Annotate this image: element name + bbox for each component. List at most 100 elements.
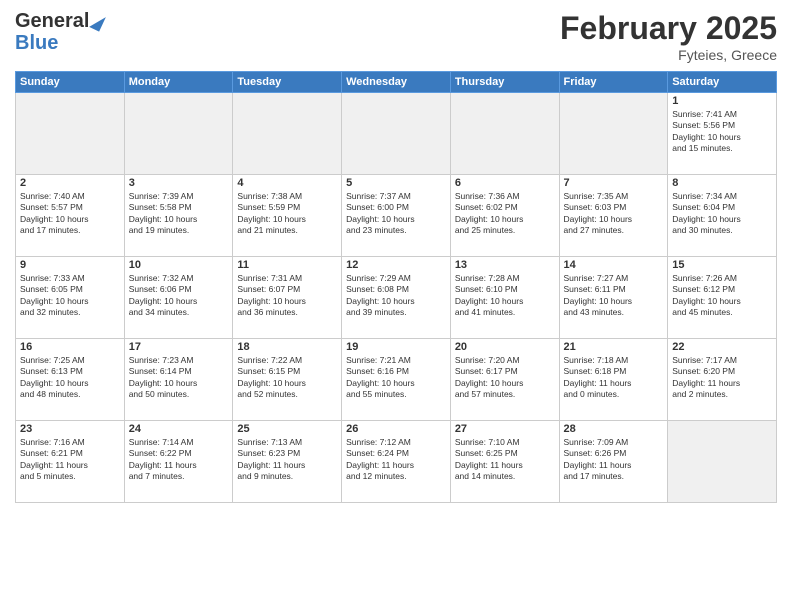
day-number: 28	[564, 423, 664, 435]
logo-text: General Blue	[15, 10, 103, 54]
day-number: 22	[672, 341, 772, 353]
day-number: 23	[20, 423, 120, 435]
day-number: 17	[129, 341, 229, 353]
col-sunday: Sunday	[16, 72, 125, 93]
day-number: 21	[564, 341, 664, 353]
page: General Blue February 2025 Fyteies, Gree…	[0, 0, 792, 612]
day-info: Sunrise: 7:29 AM Sunset: 6:08 PM Dayligh…	[346, 273, 446, 319]
table-row: 22 Sunrise: 7:17 AM Sunset: 6:20 PM Dayli…	[668, 339, 777, 421]
day-number: 25	[237, 423, 337, 435]
table-row	[124, 93, 233, 175]
table-row	[559, 93, 668, 175]
day-number: 14	[564, 259, 664, 271]
day-info: Sunrise: 7:36 AM Sunset: 6:02 PM Dayligh…	[455, 191, 555, 237]
day-info: Sunrise: 7:35 AM Sunset: 6:03 PM Dayligh…	[564, 191, 664, 237]
table-row: 26 Sunrise: 7:12 AM Sunset: 6:24 PM Dayli…	[342, 421, 451, 503]
day-number: 1	[672, 95, 772, 107]
table-row: 27 Sunrise: 7:10 AM Sunset: 6:25 PM Dayli…	[450, 421, 559, 503]
col-tuesday: Tuesday	[233, 72, 342, 93]
day-info: Sunrise: 7:34 AM Sunset: 6:04 PM Dayligh…	[672, 191, 772, 237]
table-row: 12 Sunrise: 7:29 AM Sunset: 6:08 PM Dayli…	[342, 257, 451, 339]
day-number: 12	[346, 259, 446, 271]
table-row: 23 Sunrise: 7:16 AM Sunset: 6:21 PM Dayli…	[16, 421, 125, 503]
table-row: 3Sunrise: 7:39 AM Sunset: 5:58 PM Daylig…	[124, 175, 233, 257]
day-number: 8	[672, 177, 772, 189]
day-info: Sunrise: 7:37 AM Sunset: 6:00 PM Dayligh…	[346, 191, 446, 237]
table-row: 8 Sunrise: 7:34 AM Sunset: 6:04 PM Daylig…	[668, 175, 777, 257]
table-row	[668, 421, 777, 503]
table-row: 18Sunrise: 7:22 AM Sunset: 6:15 PM Dayli…	[233, 339, 342, 421]
table-row: 1 Sunrise: 7:41 AM Sunset: 5:56 PM Daylig…	[668, 93, 777, 175]
table-row: 4 Sunrise: 7:38 AM Sunset: 5:59 PM Daylig…	[233, 175, 342, 257]
table-row: 5 Sunrise: 7:37 AM Sunset: 6:00 PM Daylig…	[342, 175, 451, 257]
day-info: Sunrise: 7:28 AM Sunset: 6:10 PM Dayligh…	[455, 273, 555, 319]
day-number: 6	[455, 177, 555, 189]
day-info: Sunrise: 7:21 AM Sunset: 6:16 PM Dayligh…	[346, 355, 446, 401]
calendar-header-row: Sunday Monday Tuesday Wednesday Thursday…	[16, 72, 777, 93]
day-info: Sunrise: 7:33 AM Sunset: 6:05 PM Dayligh…	[20, 273, 120, 319]
day-number: 26	[346, 423, 446, 435]
day-number: 10	[129, 259, 229, 271]
day-info: Sunrise: 7:10 AM Sunset: 6:25 PM Dayligh…	[455, 437, 555, 483]
day-info: Sunrise: 7:14 AM Sunset: 6:22 PM Dayligh…	[129, 437, 229, 483]
day-info: Sunrise: 7:32 AM Sunset: 6:06 PM Dayligh…	[129, 273, 229, 319]
day-number: 4	[237, 177, 337, 189]
logo: General Blue	[15, 10, 103, 54]
table-row: 7 Sunrise: 7:35 AM Sunset: 6:03 PM Daylig…	[559, 175, 668, 257]
day-number: 13	[455, 259, 555, 271]
day-info: Sunrise: 7:26 AM Sunset: 6:12 PM Dayligh…	[672, 273, 772, 319]
month-title: February 2025	[560, 10, 777, 47]
calendar-week-row: 16 Sunrise: 7:25 AM Sunset: 6:13 PM Dayli…	[16, 339, 777, 421]
table-row: 9Sunrise: 7:33 AM Sunset: 6:05 PM Daylig…	[16, 257, 125, 339]
header: General Blue February 2025 Fyteies, Gree…	[15, 10, 777, 63]
calendar-week-row: 2Sunrise: 7:40 AM Sunset: 5:57 PM Daylig…	[16, 175, 777, 257]
day-number: 19	[346, 341, 446, 353]
day-info: Sunrise: 7:38 AM Sunset: 5:59 PM Dayligh…	[237, 191, 337, 237]
col-saturday: Saturday	[668, 72, 777, 93]
col-monday: Monday	[124, 72, 233, 93]
calendar-table: Sunday Monday Tuesday Wednesday Thursday…	[15, 71, 777, 503]
table-row: 24 Sunrise: 7:14 AM Sunset: 6:22 PM Dayli…	[124, 421, 233, 503]
day-info: Sunrise: 7:23 AM Sunset: 6:14 PM Dayligh…	[129, 355, 229, 401]
day-info: Sunrise: 7:27 AM Sunset: 6:11 PM Dayligh…	[564, 273, 664, 319]
day-number: 5	[346, 177, 446, 189]
table-row: 21 Sunrise: 7:18 AM Sunset: 6:18 PM Dayli…	[559, 339, 668, 421]
table-row: 16 Sunrise: 7:25 AM Sunset: 6:13 PM Dayli…	[16, 339, 125, 421]
calendar-week-row: 1 Sunrise: 7:41 AM Sunset: 5:56 PM Daylig…	[16, 93, 777, 175]
location: Fyteies, Greece	[560, 47, 777, 63]
day-number: 11	[237, 259, 337, 271]
table-row: 10 Sunrise: 7:32 AM Sunset: 6:06 PM Dayli…	[124, 257, 233, 339]
day-info: Sunrise: 7:18 AM Sunset: 6:18 PM Dayligh…	[564, 355, 664, 401]
day-number: 2	[20, 177, 120, 189]
day-number: 7	[564, 177, 664, 189]
table-row	[450, 93, 559, 175]
table-row: 20Sunrise: 7:20 AM Sunset: 6:17 PM Dayli…	[450, 339, 559, 421]
col-thursday: Thursday	[450, 72, 559, 93]
day-info: Sunrise: 7:09 AM Sunset: 6:26 PM Dayligh…	[564, 437, 664, 483]
table-row: 25 Sunrise: 7:13 AM Sunset: 6:23 PM Dayli…	[233, 421, 342, 503]
day-info: Sunrise: 7:13 AM Sunset: 6:23 PM Dayligh…	[237, 437, 337, 483]
calendar-week-row: 23 Sunrise: 7:16 AM Sunset: 6:21 PM Dayli…	[16, 421, 777, 503]
table-row	[16, 93, 125, 175]
day-number: 24	[129, 423, 229, 435]
col-friday: Friday	[559, 72, 668, 93]
day-info: Sunrise: 7:12 AM Sunset: 6:24 PM Dayligh…	[346, 437, 446, 483]
day-number: 15	[672, 259, 772, 271]
day-info: Sunrise: 7:25 AM Sunset: 6:13 PM Dayligh…	[20, 355, 120, 401]
table-row: 28 Sunrise: 7:09 AM Sunset: 6:26 PM Dayli…	[559, 421, 668, 503]
day-number: 18	[237, 341, 337, 353]
table-row: 13 Sunrise: 7:28 AM Sunset: 6:10 PM Dayli…	[450, 257, 559, 339]
day-info: Sunrise: 7:17 AM Sunset: 6:20 PM Dayligh…	[672, 355, 772, 401]
day-info: Sunrise: 7:31 AM Sunset: 6:07 PM Dayligh…	[237, 273, 337, 319]
title-section: February 2025 Fyteies, Greece	[560, 10, 777, 63]
day-info: Sunrise: 7:16 AM Sunset: 6:21 PM Dayligh…	[20, 437, 120, 483]
table-row: 17 Sunrise: 7:23 AM Sunset: 6:14 PM Dayli…	[124, 339, 233, 421]
table-row: 15 Sunrise: 7:26 AM Sunset: 6:12 PM Dayli…	[668, 257, 777, 339]
day-info: Sunrise: 7:39 AM Sunset: 5:58 PM Dayligh…	[129, 191, 229, 237]
table-row: 19 Sunrise: 7:21 AM Sunset: 6:16 PM Dayli…	[342, 339, 451, 421]
day-info: Sunrise: 7:41 AM Sunset: 5:56 PM Dayligh…	[672, 109, 772, 155]
day-number: 27	[455, 423, 555, 435]
day-number: 16	[20, 341, 120, 353]
day-info: Sunrise: 7:20 AM Sunset: 6:17 PM Dayligh…	[455, 355, 555, 401]
table-row: 2Sunrise: 7:40 AM Sunset: 5:57 PM Daylig…	[16, 175, 125, 257]
